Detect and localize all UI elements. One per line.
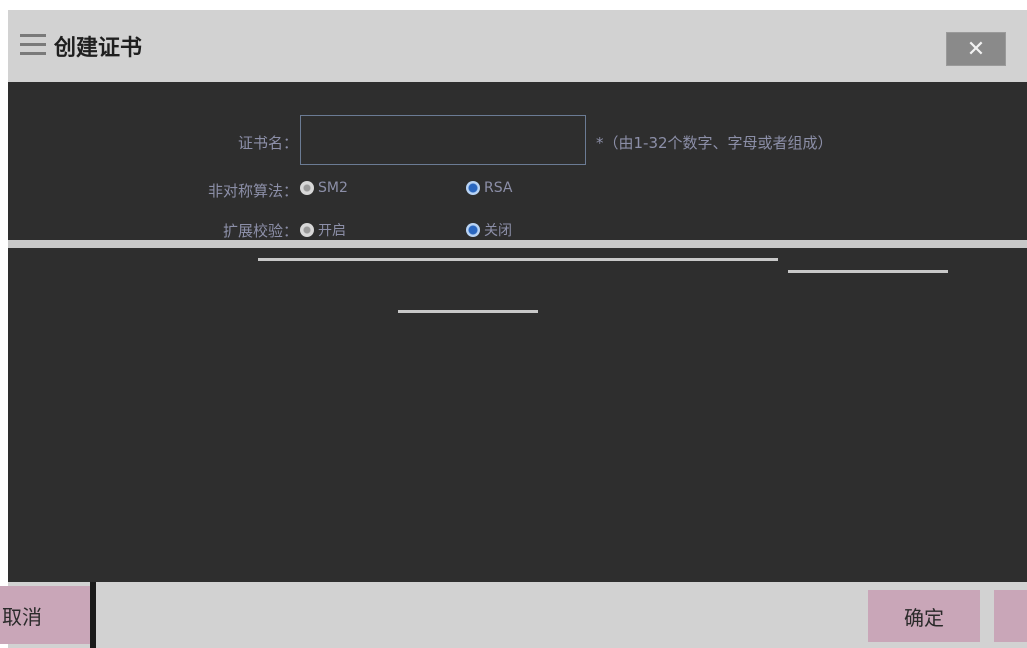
artifact-bar [788, 270, 948, 273]
cert-name-hint: *（由1-32个数字、字母或者组成） [596, 134, 833, 152]
partial-button[interactable] [994, 590, 1027, 642]
create-certificate-dialog: 创建证书 ✕ 证书名： *（由1-32个数字、字母或者组成） 非对称算法： SM… [0, 10, 1027, 648]
radio-checked-icon [466, 223, 480, 237]
radio-checked-icon [466, 181, 480, 195]
algorithm-option-sm2[interactable]: SM2 [300, 180, 348, 196]
close-icon: ✕ [966, 36, 986, 62]
artifact-bar [258, 258, 778, 261]
algorithm-label: 非对称算法： [207, 182, 298, 200]
ext-check-label: 扩展校验： [222, 222, 298, 240]
close-button[interactable]: ✕ [946, 32, 1006, 66]
cancel-button[interactable]: 取消 [0, 586, 90, 644]
ext-check-option-off[interactable]: 关闭 [466, 220, 512, 240]
ext-check-option-on[interactable]: 开启 [300, 220, 346, 240]
radio-unchecked-icon [300, 223, 314, 237]
dialog-title: 创建证书 [54, 36, 143, 61]
dialog-header: 创建证书 ✕ [8, 10, 1027, 82]
artifact-bar [8, 240, 1027, 248]
algorithm-option-rsa[interactable]: RSA [466, 180, 512, 196]
footer-divider [90, 582, 96, 648]
dialog-footer: 取消 确定 [0, 582, 1027, 648]
menu-icon [20, 34, 46, 56]
confirm-button[interactable]: 确定 [868, 590, 980, 642]
radio-unchecked-icon [300, 181, 314, 195]
cert-name-label: 证书名： [237, 134, 298, 152]
render-artifact-band [8, 240, 1027, 325]
cert-name-input[interactable] [300, 115, 586, 165]
artifact-bar [398, 310, 538, 313]
